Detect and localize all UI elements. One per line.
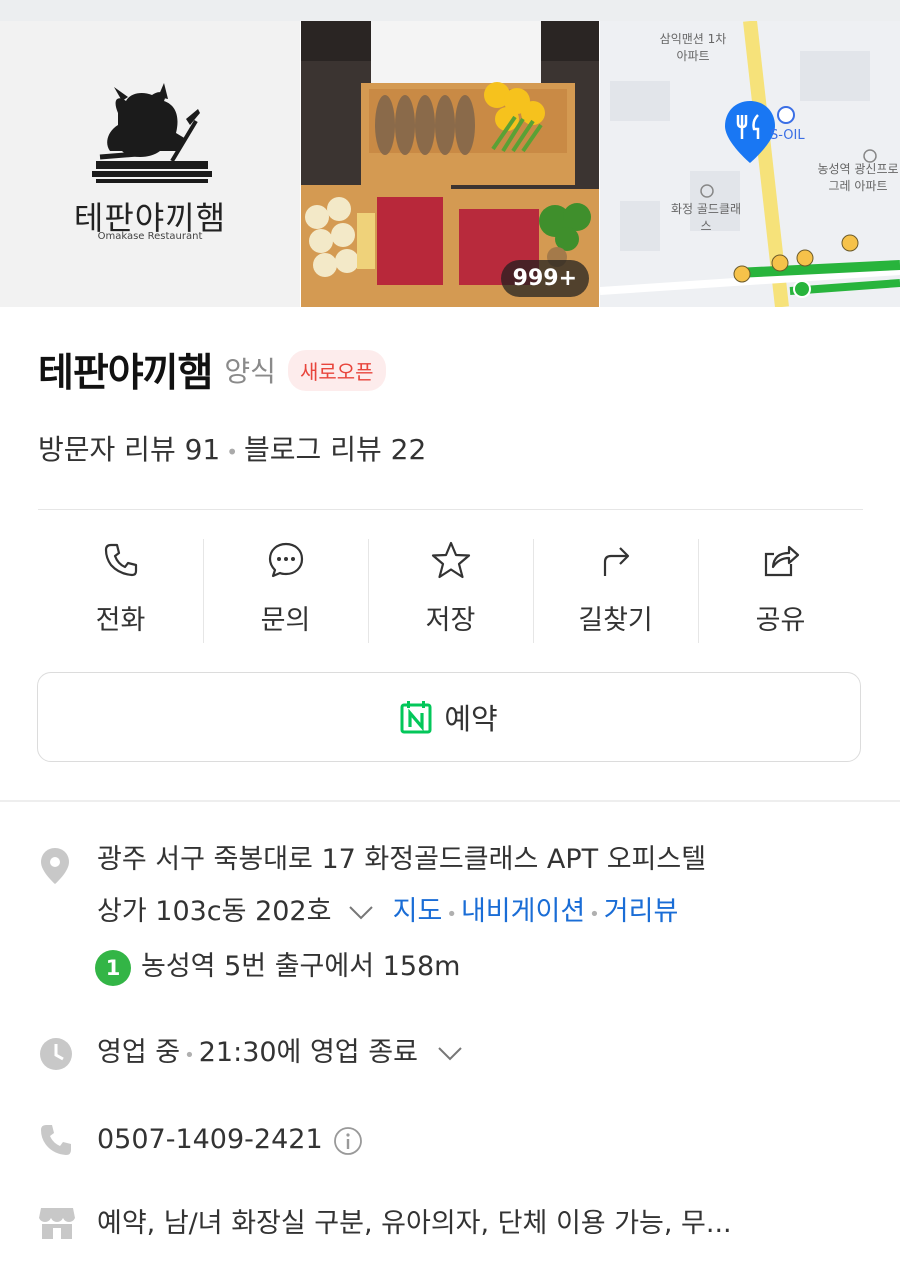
amenities-row[interactable]: 예약, 남/녀 화장실 구분, 유아의자, 단체 이용 가능, 무...	[97, 1198, 732, 1250]
street-view-link[interactable]: 거리뷰	[604, 896, 679, 927]
place-header: 테판야끼햄 양식 새로오픈	[38, 340, 386, 400]
reservation-button[interactable]: 예약	[37, 672, 861, 762]
location-pin-icon	[41, 848, 69, 884]
separator-dot: •	[184, 1045, 195, 1066]
phone-info-icon[interactable]	[333, 1114, 363, 1166]
top-strip	[0, 0, 900, 21]
inquiry-button[interactable]: 문의	[203, 535, 368, 645]
separator-dot: •	[446, 904, 457, 925]
address-line2: 상가 103c동 202호	[97, 896, 332, 927]
directions-icon	[603, 547, 629, 576]
map-label-soil: S-OIL	[770, 128, 805, 143]
business-status: 영업 중	[97, 1037, 181, 1068]
hours-expand-chevron-icon[interactable]	[437, 1027, 463, 1079]
action-bar: 전화 문의 저장 길찾기 공유	[38, 535, 863, 645]
divider	[38, 509, 863, 510]
address-line1: 광주 서구 죽봉대로 17 화정골드클래스 APT 오피스텔	[97, 844, 707, 875]
call-label: 전화	[95, 605, 146, 636]
reservation-label: 예약	[444, 702, 498, 736]
separator-dot: •	[589, 904, 600, 925]
naver-calendar-icon	[400, 701, 432, 734]
address-block: 광주 서구 죽봉대로 17 화정골드클래스 APT 오피스텔 상가 103c동 …	[95, 834, 707, 993]
visitor-review-link[interactable]: 방문자 리뷰 91	[38, 433, 220, 466]
chat-icon	[268, 542, 303, 578]
logo-photo[interactable]: 테판야끼햄 Omakase Restaurant	[0, 21, 300, 307]
new-open-badge: 새로오픈	[287, 349, 386, 391]
map-preview[interactable]: 삼익맨션 1차아파트 S-OIL 농성역 광신프로그레 아파트 화정 골드클래스	[600, 21, 900, 307]
address-line2-row: 상가 103c동 202호 지도 • 내비게이션 • 거리뷰	[97, 886, 706, 941]
review-summary: 방문자 리뷰 91 • 블로그 리뷰 22	[38, 428, 426, 468]
inquiry-label: 문의	[260, 605, 311, 636]
subway-info: 1 농성역 5번 출구에서 158m	[95, 941, 706, 993]
share-button[interactable]: 공유	[698, 535, 863, 645]
call-button[interactable]: 전화	[38, 535, 203, 645]
clock-icon	[40, 1038, 72, 1070]
phone-icon	[104, 543, 137, 577]
closing-time: 21:30에 영업 종료	[198, 1037, 418, 1068]
phone-row: 0507-1409-2421	[97, 1114, 363, 1166]
navigation-link[interactable]: 내비게이션	[461, 896, 585, 927]
photo-gallery[interactable]: 테판야끼햄 Omakase Restaurant 999+ 삼익맨션 1차아파트…	[0, 21, 900, 307]
bull-chef-logo-icon	[92, 83, 212, 183]
directions-label: 길찾기	[578, 605, 653, 636]
share-icon	[764, 545, 799, 577]
save-button[interactable]: 저장	[368, 535, 533, 645]
share-label: 공유	[755, 605, 806, 636]
photo-count-badge: 999+	[500, 260, 589, 297]
subway-distance: 농성역 5번 출구에서 158m	[141, 951, 461, 982]
place-category: 양식	[224, 355, 276, 388]
map-label-station-apartment: 농성역 광신프로그레 아파트	[817, 162, 899, 193]
map-label-goldclass: 화정 골드클래스	[670, 202, 742, 233]
amenities-text: 예약, 남/녀 화장실 구분, 유아의자, 단체 이용 가능, 무...	[97, 1208, 732, 1239]
blog-review-link[interactable]: 블로그 리뷰 22	[244, 433, 426, 466]
save-label: 저장	[425, 605, 476, 636]
separator-dot: •	[226, 440, 239, 464]
map-label-apartment: 삼익맨션 1차아파트	[659, 32, 727, 63]
food-photo[interactable]: 999+	[301, 21, 599, 307]
map-link[interactable]: 지도	[393, 896, 443, 927]
hours-row[interactable]: 영업 중 • 21:30에 영업 종료	[97, 1027, 463, 1082]
phone-small-icon	[41, 1125, 71, 1155]
store-icon	[39, 1208, 75, 1239]
phone-number[interactable]: 0507-1409-2421	[97, 1124, 323, 1155]
logo-subtitle: Omakase Restaurant	[97, 231, 203, 242]
place-title: 테판야끼햄	[38, 351, 213, 396]
address-expand-chevron-icon[interactable]	[348, 886, 374, 938]
subway-line-badge: 1	[95, 949, 131, 986]
section-divider	[0, 800, 900, 802]
star-icon	[431, 541, 470, 579]
directions-button[interactable]: 길찾기	[533, 535, 698, 645]
